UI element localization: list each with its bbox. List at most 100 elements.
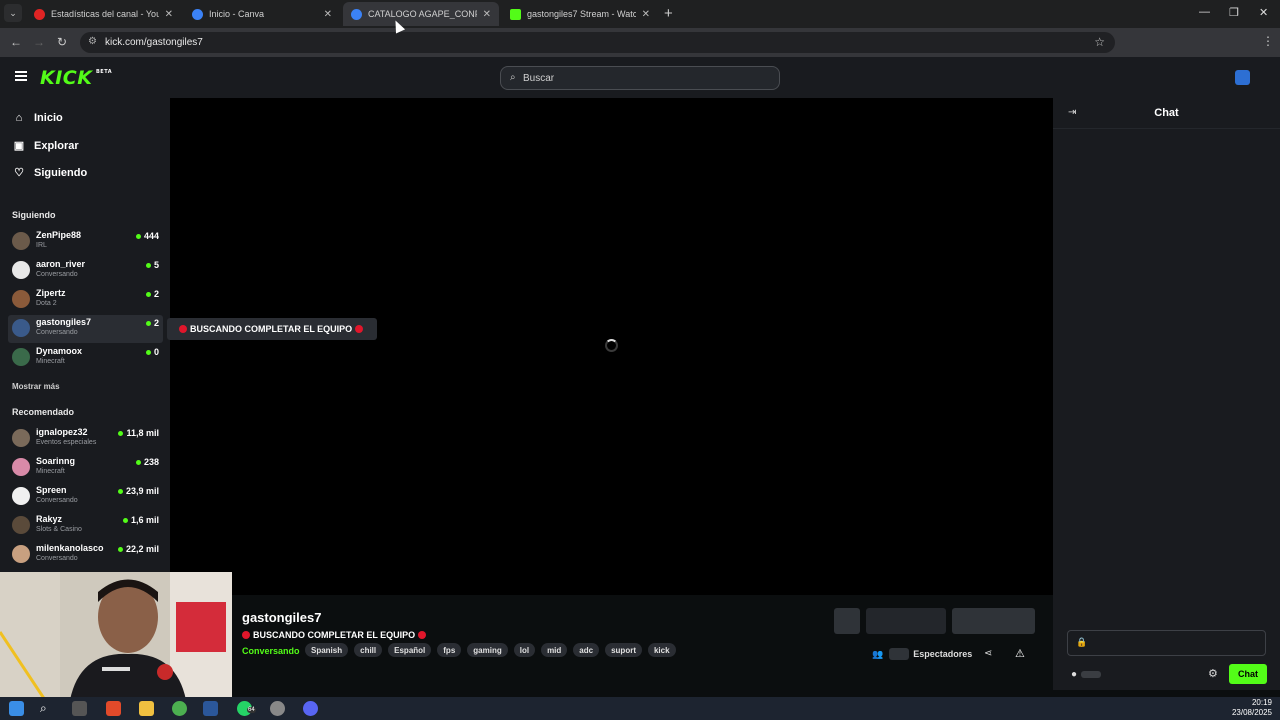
tab-title: Estadísticas del canal - YouTube — [51, 9, 159, 19]
back-button[interactable]: ← — [10, 35, 22, 49]
channel-name: Rakyz — [36, 514, 63, 524]
close-icon[interactable]: ✕ — [324, 9, 332, 20]
viewer-count: 2 — [145, 289, 159, 299]
site-header: KICK BETA ⌕ Buscar — [0, 57, 1280, 98]
youtube-icon — [34, 8, 45, 20]
window-close-button[interactable]: ✕ — [1259, 6, 1268, 19]
tag[interactable]: gaming — [467, 643, 508, 657]
browser-menu-icon[interactable]: ⋮ — [1262, 34, 1274, 48]
viewer-count: 22,2 mil — [117, 544, 159, 554]
divider — [1053, 128, 1280, 129]
tag[interactable]: lol — [513, 643, 536, 657]
recommended-item[interactable]: milenkanolasco Conversando 22,2 mil — [8, 541, 163, 569]
viewer-count: 1,6 mil — [122, 515, 159, 525]
tab-search-button[interactable]: ⌄ — [4, 4, 22, 22]
nav-inicio[interactable]: ⌂ Inicio — [12, 112, 63, 124]
new-tab-button[interactable]: + — [664, 5, 673, 22]
url-text: kick.com/gastongiles7 — [105, 37, 203, 48]
following-item[interactable]: aaron_river Conversando 5 — [8, 257, 163, 285]
avatar — [12, 261, 30, 279]
show-more-link[interactable]: Mostrar más — [12, 382, 60, 391]
viewer-count: 444 — [135, 231, 159, 241]
bookmark-star-icon[interactable]: ☆ — [1094, 35, 1105, 49]
tab-catalogo[interactable]: CATALOGO AGAPE_CONFECCIO ✕ — [343, 2, 499, 26]
kick-logo[interactable]: KICK BETA — [40, 67, 112, 89]
search-input[interactable]: ⌕ Buscar — [500, 66, 780, 90]
recommended-item[interactable]: Spreen Conversando 23,9 mil — [8, 483, 163, 511]
close-icon[interactable]: ✕ — [642, 9, 650, 20]
address-bar[interactable]: ⚙ kick.com/gastongiles7 ☆ — [80, 32, 1115, 53]
tag[interactable]: mid — [541, 643, 568, 657]
site-info-icon[interactable]: ⚙ — [88, 36, 97, 47]
tag[interactable]: adc — [573, 643, 600, 657]
stream-category-link[interactable]: Conversando — [242, 646, 300, 656]
avatar — [12, 319, 30, 337]
tab-canva[interactable]: Inicio - Canva ✕ — [184, 2, 340, 26]
report-icon[interactable]: ⚠ — [1015, 647, 1025, 660]
following-item[interactable]: Zipertz Dota 2 2 — [8, 286, 163, 314]
channel-name: Dynamoox — [36, 346, 83, 356]
restore-button[interactable]: ❐ — [1229, 6, 1239, 19]
file-explorer-icon[interactable] — [139, 701, 154, 716]
channel-name: gastongiles7 — [36, 317, 92, 327]
chat-panel: ⇥ Chat 🔒 ● ⚙ Chat — [1053, 98, 1280, 690]
channel-category: Eventos especiales — [36, 439, 97, 446]
brave-icon[interactable] — [106, 701, 121, 716]
chat-user-badge[interactable]: ● — [1071, 669, 1102, 680]
following-item[interactable]: gastongiles7 Conversando 2 — [8, 315, 163, 343]
stream-title: BUSCANDO COMPLETAR EL EQUIPO — [242, 630, 429, 640]
tab-kick[interactable]: gastongiles7 Stream - Watch Li ✕ — [502, 2, 658, 26]
viewer-number: 5 — [153, 260, 159, 270]
discord-icon[interactable] — [303, 701, 318, 716]
video-player[interactable] — [170, 98, 1053, 595]
chat-input[interactable]: 🔒 — [1067, 630, 1266, 656]
tag[interactable]: Spanish — [305, 643, 349, 657]
tag[interactable]: fps — [437, 643, 462, 657]
chrome-icon[interactable] — [172, 701, 187, 716]
loading-placeholder — [889, 648, 910, 660]
tag[interactable]: suport — [605, 643, 642, 657]
word-icon[interactable] — [203, 701, 218, 716]
tab-youtube[interactable]: Estadísticas del canal - YouTube ✕ — [26, 2, 181, 26]
minimize-button[interactable]: — — [1199, 6, 1210, 18]
avatar — [12, 290, 30, 308]
task-view-icon[interactable] — [72, 701, 87, 716]
tag[interactable]: Español — [388, 643, 432, 657]
browser-tabbar: ⌄ Estadísticas del canal - YouTube ✕ Ini… — [0, 0, 1280, 28]
system-clock[interactable]: 20:19 23/08/2025 — [1232, 698, 1272, 718]
close-icon[interactable]: ✕ — [483, 9, 491, 20]
stream-title-tooltip: BUSCANDO COMPLETAR EL EQUIPO — [167, 318, 377, 340]
following-item[interactable]: ZenPipe88 IRL 444 — [8, 228, 163, 256]
viewer-count: 11,8 mil — [118, 428, 159, 438]
viewer-number: 0 — [153, 347, 159, 357]
user-avatar[interactable] — [1235, 70, 1250, 85]
live-dot-icon — [122, 517, 128, 523]
live-dot-icon — [135, 459, 141, 465]
send-chat-button[interactable]: Chat — [1229, 664, 1267, 684]
nav-siguiendo[interactable]: ♡ Siguiendo — [12, 166, 87, 180]
live-dot-icon — [135, 233, 141, 239]
whatsapp-icon[interactable]: 64 — [237, 701, 256, 716]
nav-explorar[interactable]: ▣ Explorar — [12, 139, 79, 153]
windows-start-icon[interactable] — [9, 701, 24, 716]
recommended-item[interactable]: ignalopez32 Eventos especiales 11,8 mil — [8, 425, 163, 453]
recommended-item[interactable]: Soarinng Minecraft 238 — [8, 454, 163, 482]
viewer-count: 👥 Espectadores — [872, 648, 972, 660]
reload-button[interactable]: ↻ — [57, 35, 67, 49]
tag[interactable]: kick — [647, 643, 676, 657]
channel-category: Minecraft — [36, 358, 65, 365]
search-icon: ⌕ — [510, 72, 516, 83]
close-icon[interactable]: ✕ — [165, 9, 173, 20]
search-icon[interactable]: ⌕ — [40, 701, 55, 716]
browser-toolbar: ← → ↻ ⚙ kick.com/gastongiles7 ☆ ⋮ — [0, 28, 1280, 75]
forward-button[interactable]: → — [33, 35, 45, 49]
obs-icon[interactable] — [270, 701, 285, 716]
following-item[interactable]: Dynamoox Minecraft 0 — [8, 344, 163, 372]
user-icon: ● — [1071, 669, 1078, 680]
channel-name[interactable]: gastongiles7 — [242, 610, 321, 625]
gear-icon[interactable]: ⚙ — [1208, 667, 1218, 680]
tag[interactable]: chill — [354, 643, 383, 657]
recommended-item[interactable]: Rakyz Slots & Casino 1,6 mil — [8, 512, 163, 540]
menu-icon[interactable] — [15, 71, 27, 81]
share-icon[interactable]: ⋖ — [984, 648, 992, 659]
